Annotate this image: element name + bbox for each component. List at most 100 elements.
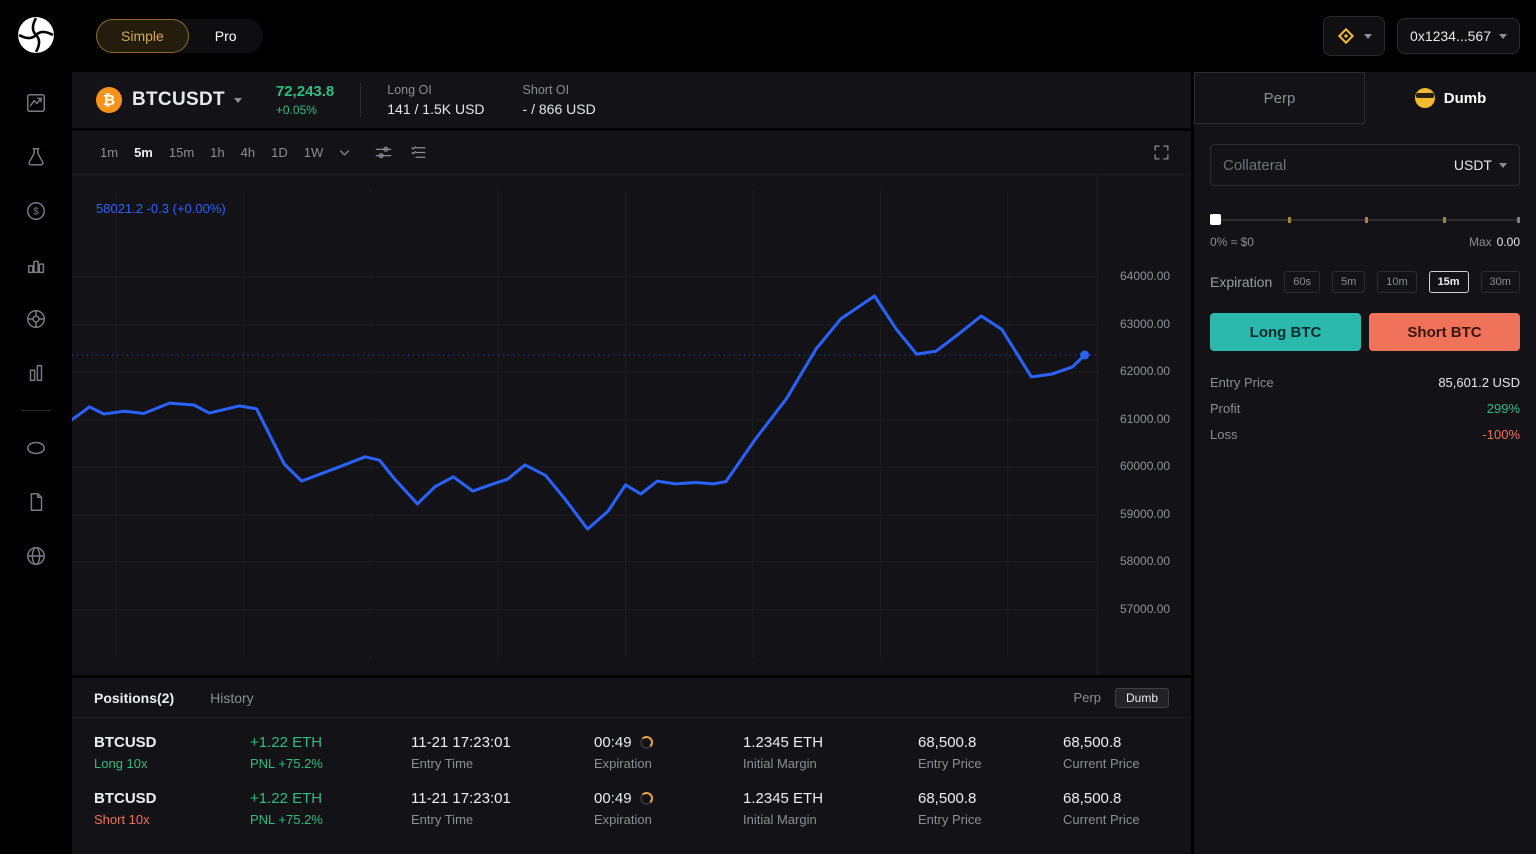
slider-tick[interactable] (1442, 217, 1446, 223)
expiration-option-30m[interactable]: 30m (1480, 271, 1520, 293)
initial-margin-value: 1.2345 ETH (743, 790, 824, 807)
position-pnl-pct: PNL +75.2% (250, 812, 323, 827)
chart-canvas (72, 189, 1097, 659)
long-oi-label: Long OI (387, 83, 432, 97)
topbar: Simple Pro 0x1234...567 (72, 0, 1536, 72)
position-symbol: BTCUSD (94, 790, 157, 807)
chevron-down-icon (1499, 162, 1507, 168)
chevron-down-icon (233, 97, 242, 103)
earn-icon[interactable]: $ (24, 199, 48, 223)
entry-time-value: 11-21 17:23:01 (411, 790, 511, 807)
wallet-address: 0x1234...567 (1410, 28, 1491, 44)
positions-dumb-toggle[interactable]: Dumb (1114, 687, 1169, 708)
mode-pro-button[interactable]: Pro (189, 20, 263, 52)
short-oi-label: Short OI (522, 83, 570, 97)
short-oi: Short OI - / 866 USD (523, 83, 596, 117)
slider-tick[interactable] (1365, 217, 1368, 223)
mode-toggle: Simple Pro (96, 19, 263, 53)
tab-history[interactable]: History (210, 690, 254, 706)
slider-tick[interactable] (1287, 217, 1291, 223)
app-logo-icon[interactable] (17, 16, 55, 54)
expiration-label: Expiration (594, 812, 652, 827)
long-oi-value: 141 / 1.5K USD (387, 101, 485, 117)
chevron-down-icon (1364, 33, 1373, 39)
entry-price-value: 68,500.8 (918, 734, 977, 751)
slider-max-value: 0.00 (1496, 235, 1520, 249)
axis-label: 64000.00 (1120, 269, 1171, 283)
axis-label: 62000.00 (1120, 364, 1171, 378)
entry-price-value: 85,601.2 USD (1438, 375, 1520, 390)
collateral-currency: USDT (1453, 157, 1492, 173)
axis-label: 63000.00 (1120, 317, 1171, 331)
expiration-option-15m[interactable]: 15m (1428, 271, 1469, 293)
symbol-selector[interactable]: BTCUSDT (132, 89, 242, 111)
expiration-label: Expiration (1210, 274, 1273, 290)
bnb-icon (1336, 26, 1356, 46)
expiration-option-5m[interactable]: 5m (1331, 271, 1366, 293)
collateral-field: USDT (1210, 144, 1520, 186)
timeframe-15m[interactable]: 15m (161, 141, 202, 164)
leaderboard-icon[interactable] (24, 253, 48, 277)
pill-icon[interactable] (24, 436, 48, 460)
collateral-currency-select[interactable]: USDT (1454, 157, 1507, 173)
position-pnl: +1.22 ETH (250, 790, 323, 807)
tab-dumb[interactable]: Dumb (1365, 72, 1536, 124)
current-price-label: Current Price (1063, 812, 1140, 827)
wheel-icon[interactable] (24, 307, 48, 331)
dumb-emoji-icon (1414, 88, 1435, 108)
loss-value: -100% (1482, 427, 1520, 442)
countdown-spinner-icon (639, 792, 653, 805)
sidebar: $ (0, 0, 72, 854)
position-symbol: BTCUSD (94, 734, 157, 751)
price-axis[interactable]: 64000.00 63000.00 62000.00 61000.00 6000… (1097, 175, 1191, 675)
docs-icon[interactable] (24, 490, 48, 514)
slider-handle[interactable] (1210, 214, 1221, 225)
app-root: $ Simple Pro 0x1234...567 ₿ BTCUSDT 72,2… (0, 0, 1536, 854)
position-side: Long 10x (94, 756, 148, 771)
slider-tick[interactable] (1517, 217, 1520, 223)
trade-panel: Perp Dumb USDT (1194, 72, 1536, 854)
svg-text:$: $ (33, 207, 39, 218)
timeframe-5m[interactable]: 5m (126, 141, 161, 164)
timeframe-1m[interactable]: 1m (92, 141, 126, 164)
tab-dumb-label: Dumb (1443, 89, 1487, 107)
wallet-address-button[interactable]: 0x1234...567 (1397, 18, 1520, 54)
expiration-option-10m[interactable]: 10m (1377, 271, 1417, 293)
price-block: 72,243.8 +0.05% (276, 83, 334, 117)
position-row: BTCUSD Long 10x +1.22 ETH PNL +75.2% 11-21… (94, 724, 1169, 780)
globe-icon[interactable] (24, 544, 48, 568)
symbol-name: BTCUSDT (132, 89, 225, 110)
current-price-value: 68,500.8 (1063, 790, 1122, 807)
chart-settings-icon[interactable] (374, 143, 393, 162)
timeframe-expand-icon[interactable] (335, 143, 354, 162)
current-price-label: Current Price (1063, 756, 1140, 771)
slider-value-label: 0% ≈ $0 (1210, 235, 1254, 249)
timeframe-1w[interactable]: 1W (296, 141, 332, 164)
long-btc-button[interactable]: Long BTC (1210, 313, 1361, 351)
loss-label: Loss (1210, 427, 1238, 442)
axis-label: 61000.00 (1120, 412, 1171, 426)
expiration-countdown: 00:49 (594, 790, 632, 807)
price-chart[interactable]: 58021.2 -0.3 (+0.00%) (72, 175, 1097, 675)
collateral-input[interactable] (1223, 156, 1454, 174)
price-change: +0.05% (275, 103, 317, 117)
positions-panel: Positions(2) History Perp Dumb BTCUSD Lon… (72, 678, 1191, 854)
expiration-option-60s[interactable]: 60s (1284, 271, 1321, 293)
trade-icon[interactable] (24, 91, 48, 115)
fullscreen-icon[interactable] (1152, 143, 1171, 162)
timeframe-4h[interactable]: 4h (233, 141, 263, 164)
amount-slider[interactable] (1210, 214, 1520, 226)
mode-simple-button[interactable]: Simple (96, 19, 189, 53)
tab-perp[interactable]: Perp (1194, 72, 1365, 124)
flask-icon[interactable] (24, 145, 48, 169)
indicators-icon[interactable] (409, 143, 428, 162)
stats-icon[interactable] (24, 361, 48, 385)
long-oi: Long OI 141 / 1.5K USD (387, 83, 484, 117)
timeframe-1h[interactable]: 1h (202, 141, 232, 164)
network-selector-button[interactable] (1323, 16, 1386, 56)
position-pnl-pct: PNL +75.2% (250, 756, 323, 771)
initial-margin-label: Initial Margin (743, 756, 817, 771)
timeframe-1d[interactable]: 1D (263, 141, 296, 164)
tab-positions[interactable]: Positions(2) (94, 690, 174, 706)
short-btc-button[interactable]: Short BTC (1369, 313, 1520, 351)
